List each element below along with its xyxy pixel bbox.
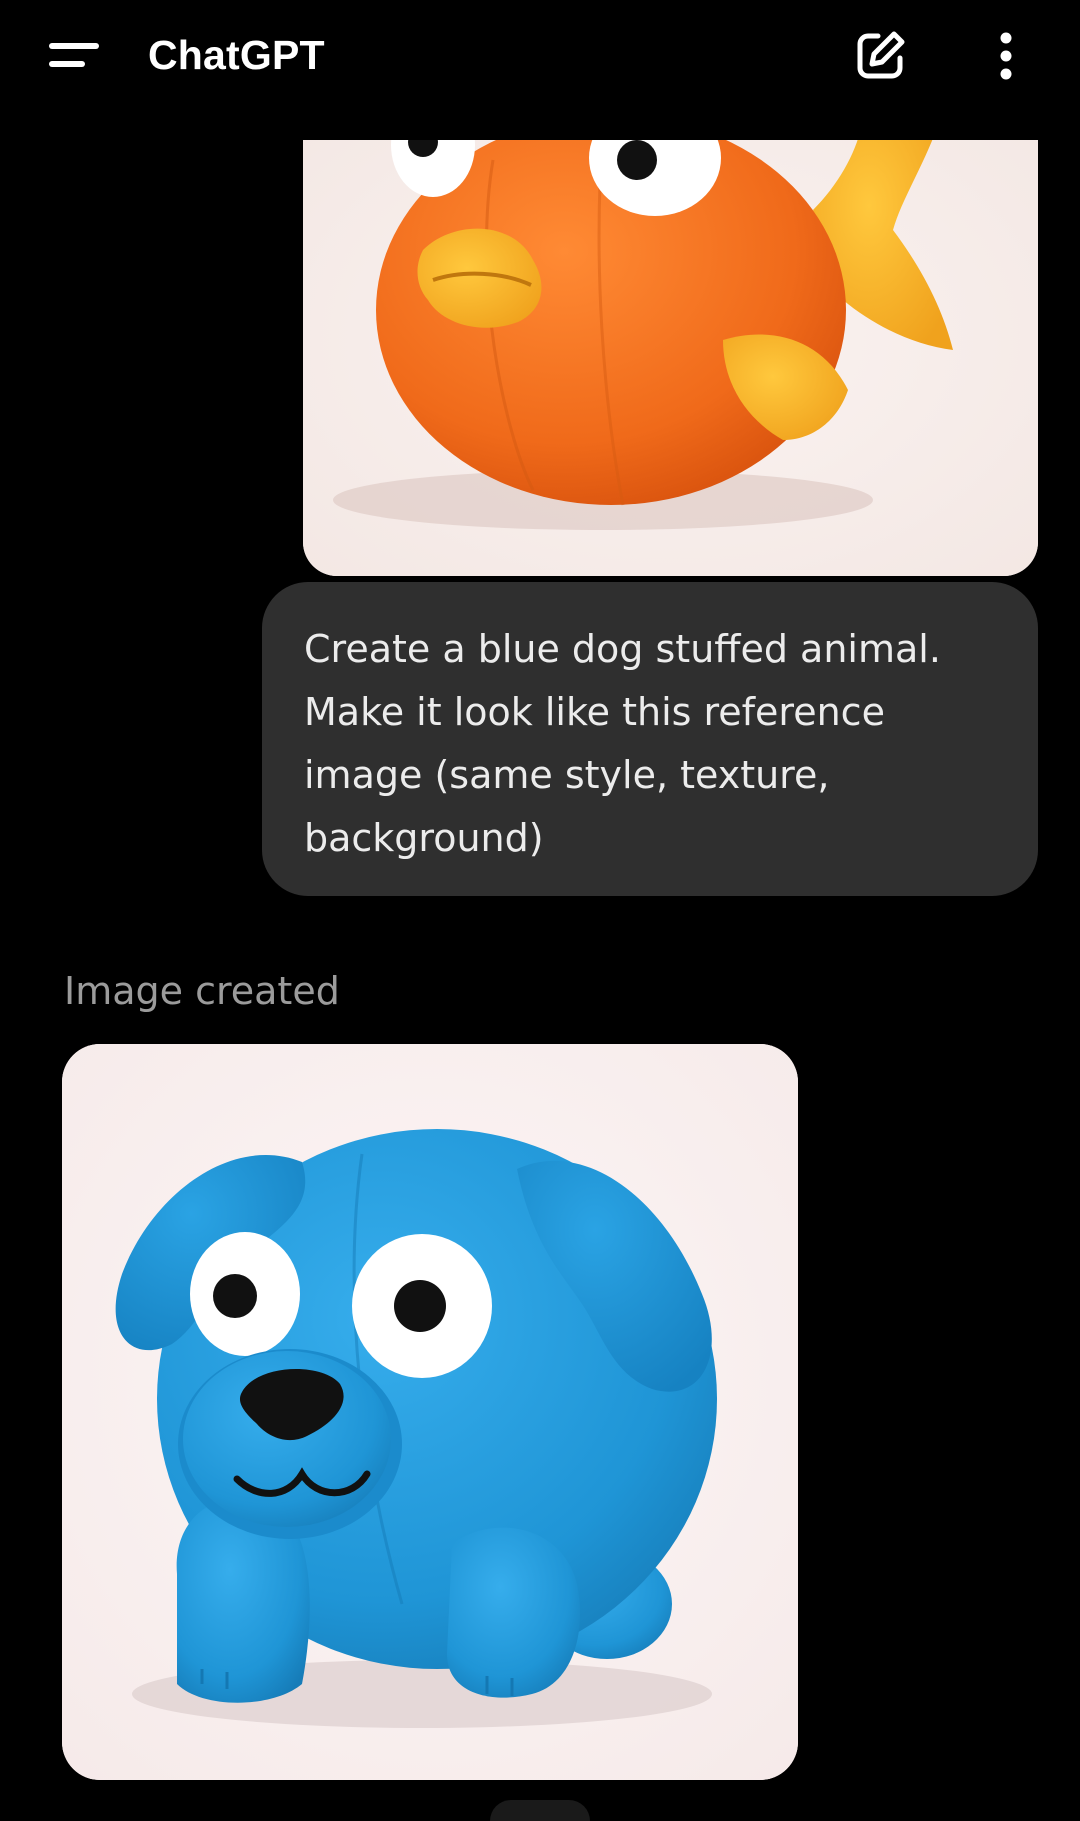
fish-plush-illustration [303, 100, 1038, 576]
user-message-text: Create a blue dog stuffed animal. Make i… [304, 627, 941, 860]
more-options-button[interactable] [982, 24, 1030, 88]
image-created-label: Image created [64, 969, 340, 1013]
more-vertical-icon [1000, 32, 1012, 80]
reference-image-fish[interactable] [303, 100, 1038, 576]
app-title: ChatGPT [148, 32, 325, 78]
new-chat-button[interactable] [848, 24, 912, 88]
scroll-indicator [490, 1800, 590, 1821]
dog-plush-illustration [62, 1044, 798, 1780]
edit-icon [857, 31, 905, 79]
sidebar-menu-button[interactable] [38, 22, 110, 94]
generated-image-dog[interactable] [62, 1044, 798, 1780]
menu-icon [49, 43, 99, 67]
top-app-bar: ChatGPT [0, 0, 1080, 140]
user-message-bubble[interactable]: Create a blue dog stuffed animal. Make i… [262, 582, 1038, 896]
